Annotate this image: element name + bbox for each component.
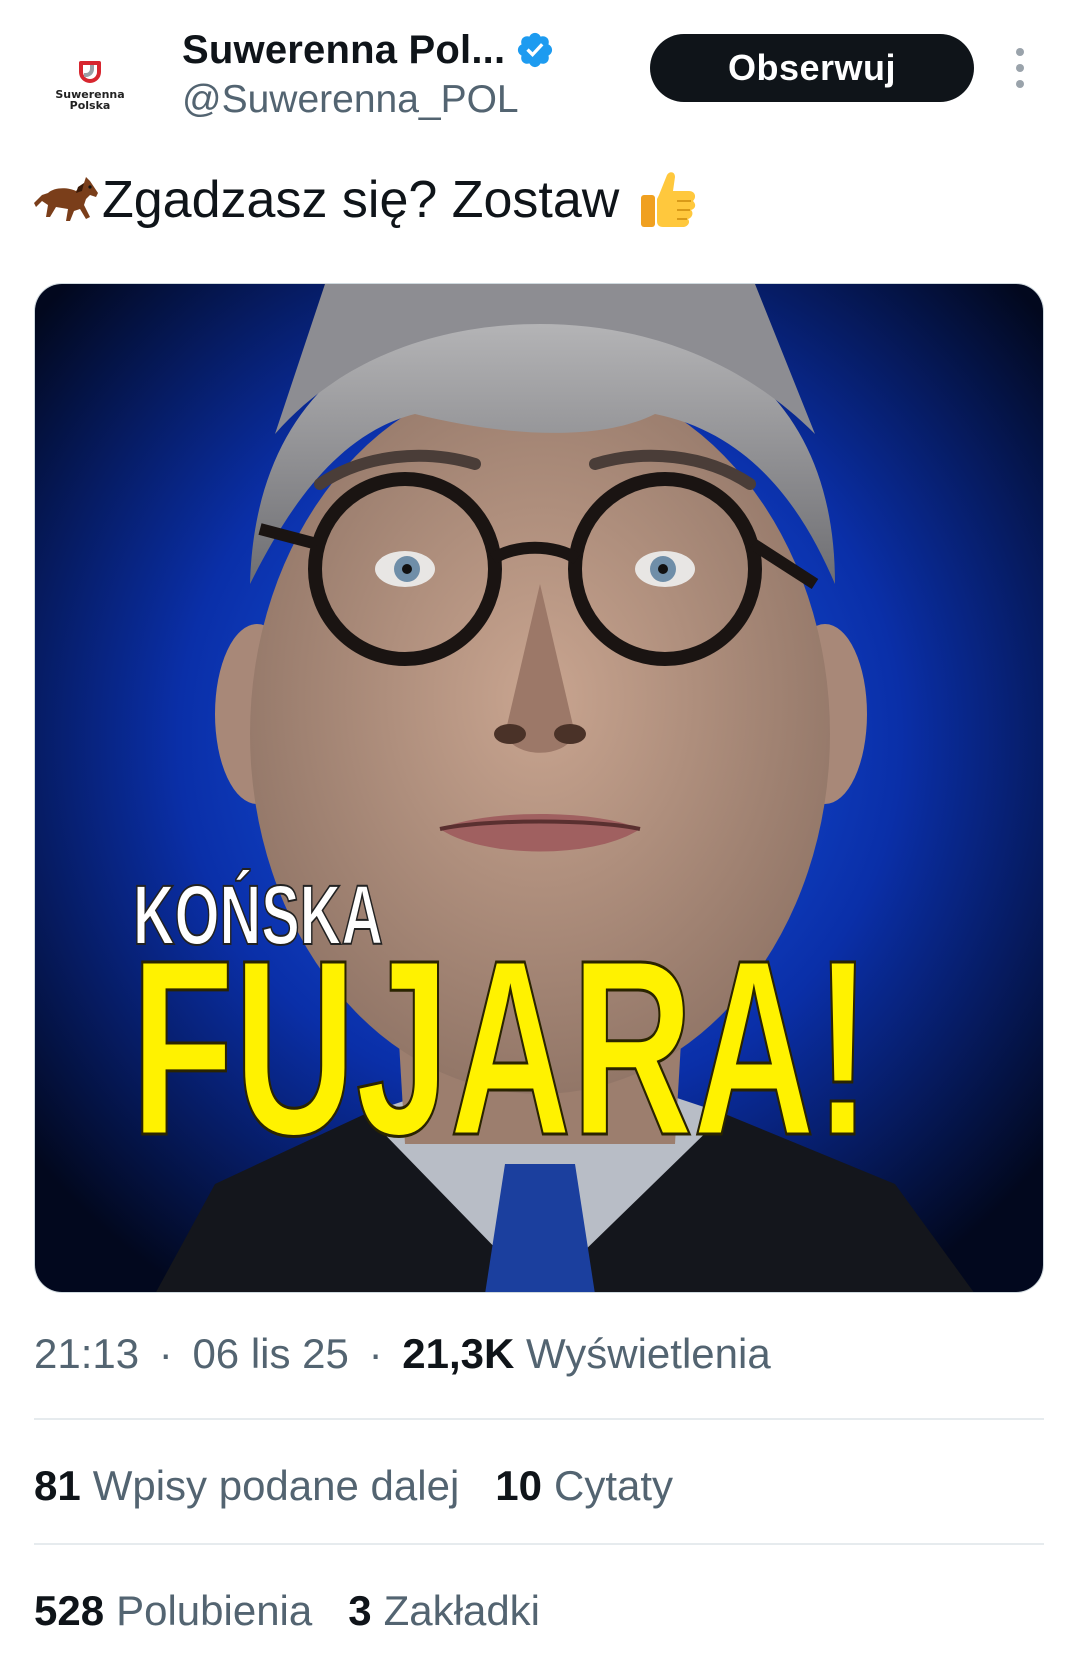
quotes-count: 10 (495, 1462, 542, 1509)
tweet-text-body: Zgadzasz się? Zostaw (102, 171, 620, 229)
quotes-stat[interactable]: 10 Cytaty (495, 1462, 673, 1510)
follow-button[interactable]: Obserwuj (650, 34, 974, 102)
bookmarks-label: Zakładki (383, 1587, 541, 1634)
stats-row-2: 528 Polubienia 3 Zakładki (34, 1587, 576, 1635)
views-label[interactable]: Wyświetlenia (526, 1330, 771, 1377)
avatar-logo-text-2: Polska (69, 99, 111, 112)
party-logo-icon (79, 61, 101, 83)
tweet-text: Zgadzasz się? Zostaw (34, 160, 697, 240)
stats-row-1: 81 Wpisy podane dalej 10 Cytaty (34, 1462, 709, 1510)
reposts-stat[interactable]: 81 Wpisy podane dalej (34, 1462, 459, 1510)
bookmarks-stat[interactable]: 3 Zakładki (348, 1587, 540, 1635)
likes-label: Polubienia (116, 1587, 313, 1634)
quotes-label: Cytaty (554, 1462, 674, 1509)
tweet-date[interactable]: 06 lis 25 (192, 1330, 348, 1377)
horse-emoji-icon (34, 177, 98, 221)
user-handle[interactable]: @Suwerenna_POL (182, 78, 519, 122)
tweet-image[interactable]: KOŃSKA FUJARA! (34, 283, 1044, 1293)
divider (34, 1418, 1044, 1420)
name-row: Suwerenna Pol... (182, 22, 555, 78)
tweet-meta: 21:13 · 06 lis 25 · 21,3K Wyświetlenia (34, 1330, 771, 1378)
display-name[interactable]: Suwerenna Pol... (182, 28, 505, 73)
reposts-count: 81 (34, 1462, 81, 1509)
likes-count: 528 (34, 1587, 105, 1634)
caption-line-2: FUJARA! (131, 908, 871, 1187)
avatar[interactable]: Suwerenna Polska (34, 30, 146, 142)
portrait-image: KOŃSKA FUJARA! (35, 284, 1043, 1292)
tweet-header: Suwerenna Polska Suwerenna Pol... @Suwer… (0, 0, 1080, 142)
thumbs-up-emoji-icon (641, 172, 696, 227)
meta-separator-2: · (368, 1330, 383, 1377)
reposts-label: Wpisy podane dalej (92, 1462, 460, 1509)
divider-2 (34, 1543, 1044, 1545)
meta-separator: · (158, 1330, 173, 1377)
bookmarks-count: 3 (348, 1587, 372, 1634)
verified-badge-icon[interactable] (515, 30, 555, 70)
likes-stat[interactable]: 528 Polubienia (34, 1587, 312, 1635)
tweet-time[interactable]: 21:13 (34, 1330, 139, 1377)
more-options-icon[interactable] (1010, 48, 1030, 88)
views-count: 21,3K (402, 1330, 515, 1377)
